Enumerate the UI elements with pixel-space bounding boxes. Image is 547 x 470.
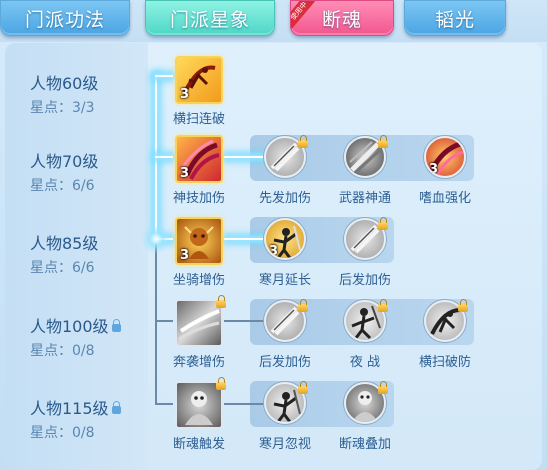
skill-han-yue-yan-chang[interactable]: 3 (264, 218, 306, 260)
skill-name: 坐骑增伤 (172, 273, 225, 288)
lock-icon (298, 135, 308, 148)
skill-name: 奔袭增伤 (172, 355, 225, 370)
tab-sect-stars[interactable]: 门派星象 (145, 0, 275, 36)
soul-icon (185, 391, 213, 425)
tier-points: 星点：3/3 (30, 100, 95, 116)
skill-name: 后发加伤 (338, 273, 391, 288)
skill-name: 嗜血强化 (418, 191, 471, 206)
tier-level: 人物70级 (30, 152, 99, 171)
dash-icon (178, 309, 220, 341)
skill-name: 先发加伤 (258, 191, 311, 206)
tab-bar: 门派功法 门派星象 使用中 断魂 韬光 (0, 0, 547, 42)
lock-icon (378, 135, 388, 148)
tab-label: 门派功法 (24, 8, 105, 31)
lock-icon (216, 377, 226, 390)
skill-name: 武器神通 (338, 191, 391, 206)
branch (155, 320, 173, 322)
skill-heng-sao-lian-po[interactable]: 3 (175, 56, 223, 104)
branch (224, 320, 266, 322)
skill-name: 寒月延长 (258, 273, 311, 288)
branch-lit (224, 238, 266, 240)
skill-name: 横扫破防 (418, 355, 471, 370)
tier-points: 星点：0/8 (30, 425, 95, 441)
tab-label: 断魂 (321, 8, 362, 31)
tier-level-row: 人物115级 (30, 395, 121, 419)
lock-icon (378, 217, 388, 230)
tier-level: 人物100级 (30, 317, 109, 336)
lock-icon (378, 299, 388, 312)
lock-icon (111, 400, 121, 414)
skill-shen-ji-jia-shang[interactable]: 3 (175, 135, 223, 183)
skill-level: 3 (429, 162, 439, 177)
branch (224, 403, 266, 405)
branch-lit (155, 75, 173, 77)
lock-icon (111, 318, 121, 332)
tier-level: 人物60级 (30, 74, 99, 93)
tier-level: 人物85级 (30, 234, 99, 253)
in-use-ribbon: 使用中 (291, 1, 316, 29)
tier-points: 星点：6/6 (30, 178, 95, 194)
tab-taoguang[interactable]: 韬光 (404, 0, 506, 36)
glow-sparkle (141, 224, 171, 254)
skill-level: 3 (269, 244, 279, 259)
skill-level: 3 (180, 166, 190, 181)
branch-lit (155, 156, 173, 158)
skill-zuo-qi-zeng-shang[interactable]: 3 (175, 217, 223, 265)
tab-label: 韬光 (434, 8, 475, 31)
skill-name: 寒月忽视 (258, 437, 311, 452)
branch (155, 403, 173, 405)
branch-lit (224, 156, 266, 158)
skill-name: 后发加伤 (258, 355, 311, 370)
tab-sect-skills[interactable]: 门派功法 (0, 0, 130, 36)
tier-level: 人物115级 (30, 399, 109, 418)
tab-duanhun[interactable]: 使用中 断魂 (290, 0, 394, 36)
skill-name: 夜 战 (349, 355, 381, 370)
skill-shi-xue-qiang-hua[interactable]: 3 (424, 136, 466, 178)
tier-points: 星点：0/8 (30, 343, 95, 359)
lock-icon (216, 295, 226, 308)
lock-icon (378, 381, 388, 394)
skill-level: 3 (180, 87, 190, 102)
tier-level-row: 人物100级 (30, 313, 121, 337)
skill-name: 断魂叠加 (338, 437, 391, 452)
lock-icon (298, 299, 308, 312)
skill-name: 神技加伤 (172, 191, 225, 206)
skill-level: 3 (180, 248, 190, 263)
lock-icon (458, 299, 468, 312)
lock-icon (298, 381, 308, 394)
tier-points: 星点：6/6 (30, 260, 95, 276)
skill-name: 断魂触发 (172, 437, 225, 452)
skill-name: 横扫连破 (172, 112, 225, 127)
tab-label: 门派星象 (169, 8, 250, 31)
